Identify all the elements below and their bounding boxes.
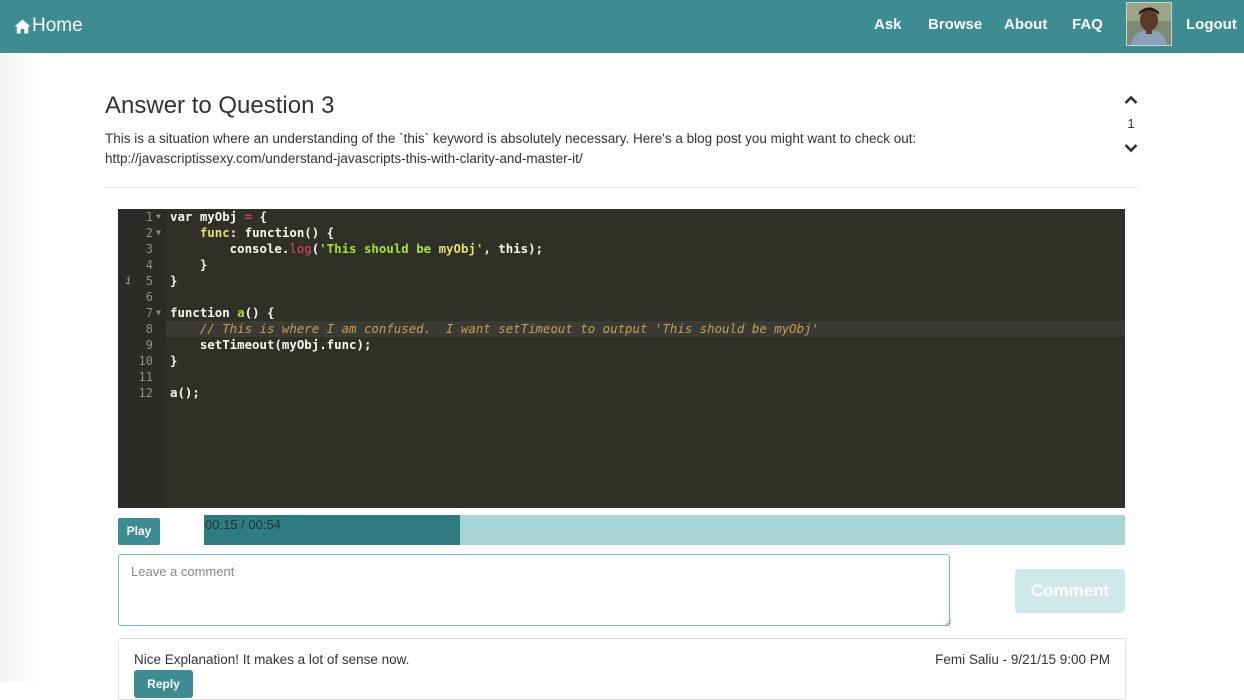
top-navbar: Home Ask Browse About FAQ Logout — [0, 0, 1244, 53]
user-photo — [1127, 3, 1171, 45]
line-number: 10 — [138, 354, 153, 368]
code-token: , this); — [483, 241, 544, 256]
code-line: i 5 } — [118, 273, 1125, 289]
code-line: 10 } — [118, 353, 1125, 369]
comment-input[interactable] — [118, 554, 950, 626]
code-token: : function() { — [229, 225, 335, 240]
code-token: // This is where I am confused. I want s… — [170, 321, 820, 336]
line-number: 6 — [145, 290, 153, 304]
code-token: = — [244, 209, 253, 224]
code-line: 12 a(); — [118, 385, 1125, 401]
code-token: } — [170, 273, 178, 288]
answer-link[interactable]: http://javascriptissexy.com/understand-j… — [105, 149, 1085, 169]
line-number: 9 — [145, 338, 153, 352]
fold-arrow-icon[interactable]: ▼ — [156, 305, 161, 321]
code-token: var myObj — [170, 209, 245, 224]
fold-arrow-icon[interactable]: ▼ — [156, 209, 161, 225]
code-token: } — [170, 257, 208, 272]
nav-about[interactable]: About — [1004, 16, 1047, 33]
code-token: () { — [244, 305, 275, 320]
vote-widget: 1 — [1117, 95, 1145, 153]
avatar[interactable] — [1126, 2, 1172, 46]
nav-browse[interactable]: Browse — [928, 16, 982, 33]
code-token: console. — [170, 241, 290, 256]
fold-arrow-icon[interactable]: ▼ — [156, 225, 161, 241]
code-editor[interactable]: 1 ▼ var myObj = { 2 ▼ func: function() {… — [118, 209, 1125, 508]
code-line: 3 console.log('This should be myObj', th… — [118, 241, 1125, 257]
code-token: { — [252, 209, 267, 224]
line-number: 12 — [138, 386, 153, 400]
line-number: 11 — [138, 370, 153, 384]
comment-text: Nice Explanation! It makes a lot of sens… — [134, 652, 410, 667]
resize-grip-icon[interactable] — [944, 619, 952, 627]
code-token: function — [170, 305, 238, 320]
play-button[interactable]: Play — [118, 518, 160, 545]
logout-link[interactable]: Logout — [1186, 16, 1237, 33]
code-token: } — [170, 353, 178, 368]
page-title: Answer to Question 3 — [105, 92, 335, 119]
code-line: 11 — [118, 369, 1125, 385]
reply-button[interactable]: Reply — [134, 670, 193, 698]
home-link[interactable]: Home — [14, 14, 83, 38]
nav-ask[interactable]: Ask — [874, 16, 902, 33]
code-token: a — [237, 305, 245, 320]
chevron-up-icon[interactable] — [1124, 95, 1138, 105]
comment-card: Nice Explanation! It makes a lot of sens… — [118, 638, 1126, 700]
code-line: 2 ▼ func: function() { — [118, 225, 1125, 241]
vote-count: 1 — [1127, 116, 1135, 131]
line-number: 7 — [145, 306, 153, 320]
comment-submit-button[interactable]: Comment — [1015, 569, 1125, 613]
line-number: 5 — [145, 274, 153, 288]
code-token: 'This should be — [319, 241, 439, 256]
code-token: myObj — [438, 241, 476, 256]
line-number: 3 — [145, 242, 153, 256]
code-token: log — [289, 241, 312, 256]
line-number: 2 — [145, 226, 153, 240]
code-token: setTimeout(myObj.func); — [170, 337, 372, 352]
playback-progress-bar[interactable]: 00:15 / 00:54 — [204, 515, 1125, 545]
code-line: 4 } — [118, 257, 1125, 273]
code-line: 6 — [118, 289, 1125, 305]
code-line: 9 setTimeout(myObj.func); — [118, 337, 1125, 353]
code-line: 7 ▼ function a() { — [118, 305, 1125, 321]
code-token: func — [199, 225, 230, 240]
nav-faq[interactable]: FAQ — [1072, 16, 1103, 33]
home-label: Home — [32, 15, 83, 36]
answer-body: This is a situation where an understandi… — [105, 129, 1085, 169]
code-token: a(); — [170, 385, 200, 400]
code-line: 8 // This is where I am confused. I want… — [118, 321, 1125, 337]
page-shadow — [0, 53, 40, 682]
line-number: 4 — [145, 258, 153, 272]
chevron-down-icon[interactable] — [1124, 143, 1138, 153]
playback-time: 00:15 / 00:54 — [205, 517, 281, 532]
divider — [105, 187, 1138, 188]
code-line: 1 ▼ var myObj = { — [118, 209, 1125, 225]
line-number: 8 — [145, 322, 153, 336]
comment-meta: Femi Saliu - 9/21/15 9:00 PM — [935, 652, 1110, 667]
line-number: 1 — [145, 210, 153, 224]
home-icon — [14, 19, 31, 33]
answer-text: This is a situation where an understandi… — [105, 131, 917, 146]
